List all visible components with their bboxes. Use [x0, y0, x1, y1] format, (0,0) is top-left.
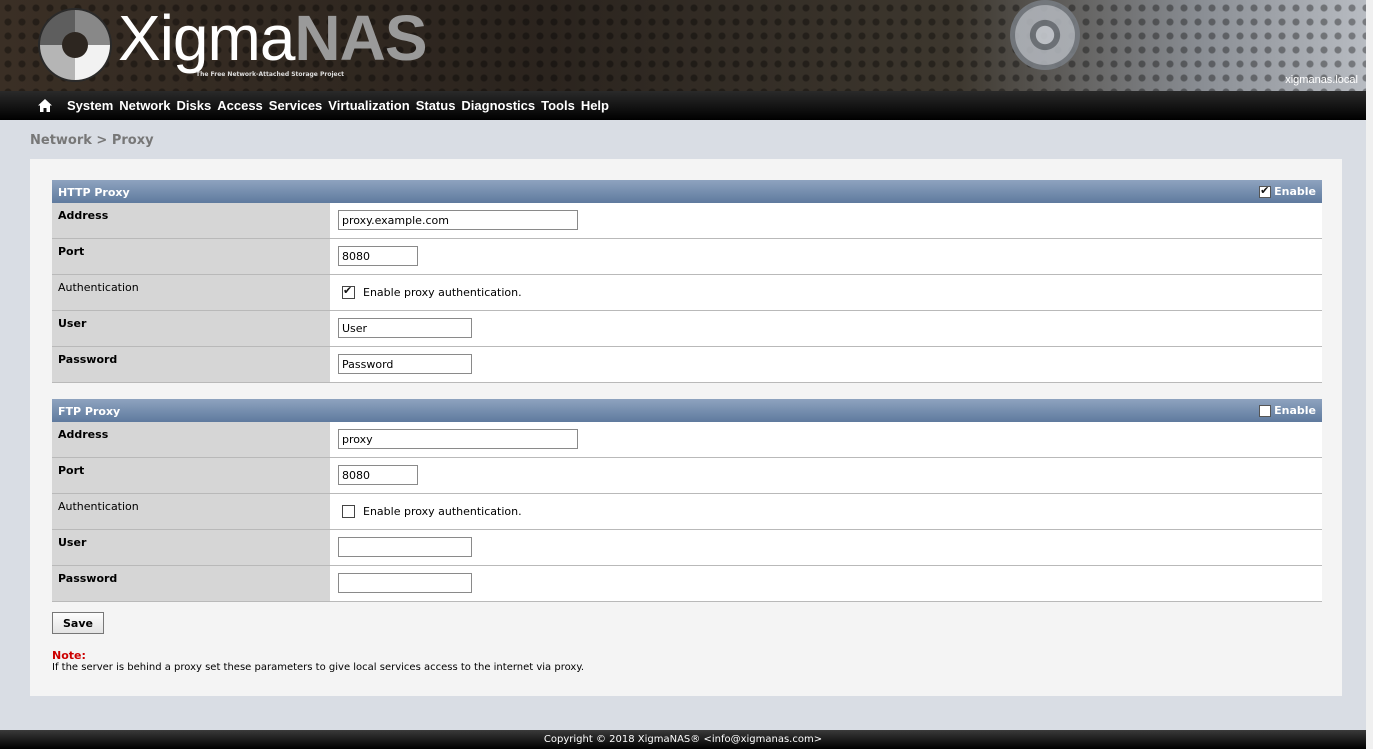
section-title: HTTP Proxy: [58, 186, 130, 199]
form-row: User User: [52, 311, 1322, 347]
footer-copyright: Copyright © 2018 XigmaNAS® <info@xigmana…: [0, 730, 1366, 749]
http-address-input[interactable]: proxy.example.com: [338, 210, 578, 230]
xigmanas-logo: XigmaNAS The Free Network-Attached Stora…: [40, 2, 428, 86]
field-label: Password: [52, 566, 330, 601]
ftp-address-input[interactable]: proxy: [338, 429, 578, 449]
http-port-input[interactable]: 8080: [338, 246, 418, 266]
http-auth-checkbox[interactable]: [342, 284, 355, 299]
nav-network[interactable]: Network: [119, 98, 170, 113]
field-label: Address: [52, 422, 330, 457]
nav-system[interactable]: System: [67, 98, 113, 113]
header-banner: XigmaNAS The Free Network-Attached Stora…: [0, 0, 1366, 91]
form-row: Address proxy.example.com: [52, 203, 1322, 239]
http-proxy-header: HTTP Proxy Enable: [52, 180, 1322, 203]
ftp-auth-checkbox[interactable]: [342, 505, 355, 518]
ftp-password-input[interactable]: [338, 573, 472, 593]
field-label: Address: [52, 203, 330, 238]
content-panel: HTTP Proxy Enable Address proxy.example.…: [30, 159, 1342, 696]
enable-label: Enable: [1274, 185, 1316, 198]
logo-tagline: The Free Network-Attached Storage Projec…: [196, 71, 344, 78]
ftp-proxy-section: FTP Proxy Enable Address proxy Port 8080…: [52, 399, 1322, 602]
window-edge: [1366, 0, 1373, 749]
nav-access[interactable]: Access: [217, 98, 263, 113]
ftp-user-input[interactable]: [338, 537, 472, 557]
form-row: Authentication Enable proxy authenticati…: [52, 494, 1322, 530]
logo-wordmark: XigmaNAS: [118, 2, 428, 74]
form-row: User: [52, 530, 1322, 566]
http-auth-option[interactable]: Enable proxy authentication.: [342, 284, 522, 299]
breadcrumb: Network > Proxy: [30, 133, 154, 148]
ftp-enable-toggle[interactable]: Enable: [1259, 404, 1316, 417]
field-label: User: [52, 530, 330, 565]
field-label: Password: [52, 347, 330, 382]
field-label: Port: [52, 239, 330, 274]
form-row: Password: [52, 566, 1322, 602]
field-label: Port: [52, 458, 330, 493]
form-row: Authentication Enable proxy authenticati…: [52, 275, 1322, 311]
nav-services[interactable]: Services: [269, 98, 323, 113]
note-text: If the server is behind a proxy set thes…: [52, 662, 585, 673]
ftp-port-input[interactable]: 8080: [338, 465, 418, 485]
nav-tools[interactable]: Tools: [541, 98, 575, 113]
ftp-enable-checkbox[interactable]: [1259, 404, 1272, 417]
save-button[interactable]: Save: [52, 612, 104, 634]
nav-virtualization[interactable]: Virtualization: [328, 98, 409, 113]
note-title: Note:: [52, 649, 86, 662]
nav-diagnostics[interactable]: Diagnostics: [461, 98, 535, 113]
ftp-auth-option[interactable]: Enable proxy authentication.: [342, 505, 522, 518]
field-label: User: [52, 311, 330, 346]
nav-status[interactable]: Status: [416, 98, 456, 113]
http-enable-checkbox[interactable]: [1259, 184, 1272, 198]
form-row: Port 8080: [52, 458, 1322, 494]
main-nav: System Network Disks Access Services Vir…: [0, 91, 1366, 120]
nav-help[interactable]: Help: [581, 98, 609, 113]
enable-label: Enable: [1274, 404, 1316, 417]
field-label: Authentication: [52, 494, 330, 529]
section-title: FTP Proxy: [58, 405, 121, 418]
hard-disk-icon: [1010, 0, 1080, 70]
nav-disks[interactable]: Disks: [177, 98, 212, 113]
auth-text: Enable proxy authentication.: [363, 505, 522, 518]
field-label: Authentication: [52, 275, 330, 310]
http-proxy-section: HTTP Proxy Enable Address proxy.example.…: [52, 180, 1322, 383]
form-row: Port 8080: [52, 239, 1322, 275]
form-row: Password Password: [52, 347, 1322, 383]
form-row: Address proxy: [52, 422, 1322, 458]
ftp-proxy-header: FTP Proxy Enable: [52, 399, 1322, 422]
http-enable-toggle[interactable]: Enable: [1259, 184, 1316, 198]
home-icon[interactable]: [38, 99, 52, 112]
http-user-input[interactable]: User: [338, 318, 472, 338]
hostname: xigmanas.local: [1285, 74, 1358, 86]
logo-mark-icon: [40, 10, 110, 80]
http-password-input[interactable]: Password: [338, 354, 472, 374]
auth-text: Enable proxy authentication.: [363, 286, 522, 299]
